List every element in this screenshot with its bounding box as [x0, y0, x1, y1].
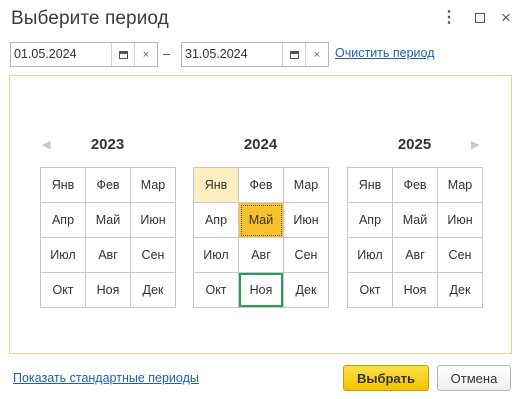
- month-cell[interactable]: Апр: [41, 203, 86, 238]
- month-cell[interactable]: Мар: [131, 168, 176, 203]
- month-cell[interactable]: Июн: [131, 203, 176, 238]
- end-date-calendar-button[interactable]: [283, 43, 305, 66]
- month-cell[interactable]: Фев: [239, 168, 284, 203]
- month-grid: Янв Фев Мар Апр Май Июн Июл Авг Сен Окт Ноя Дек: [347, 167, 483, 308]
- month-cell[interactable]: Ноя: [393, 273, 438, 308]
- year-label: 2023: [90, 136, 125, 153]
- month-picker-panel: ◀ ▶ 2023 Янв Фев Мар Апр Май Июн Июл Авг Сен Окт Но…: [9, 75, 512, 354]
- month-cell[interactable]: Май: [239, 203, 284, 238]
- year-label: 2024: [243, 136, 278, 153]
- start-date-input[interactable]: 01.05.2024: [11, 43, 112, 66]
- month-cell[interactable]: Июл: [348, 238, 393, 273]
- dialog-title: Выберите период: [11, 8, 169, 29]
- month-cell[interactable]: Фев: [86, 168, 131, 203]
- month-cell[interactable]: Дек: [284, 273, 329, 308]
- year-block: 2023 Янв Фев Мар Апр Май Июн Июл Авг Сен Окт Ноя Дек: [40, 135, 176, 308]
- month-cell[interactable]: Янв: [194, 168, 239, 203]
- month-cell[interactable]: Июл: [194, 238, 239, 273]
- end-date-clear-button[interactable]: ×: [305, 43, 328, 66]
- month-cell[interactable]: Июн: [284, 203, 329, 238]
- month-cell[interactable]: Апр: [348, 203, 393, 238]
- year-label: 2025: [397, 136, 432, 153]
- month-cell[interactable]: Ноя: [86, 273, 131, 308]
- cancel-button[interactable]: Отмена: [437, 365, 511, 391]
- month-cell[interactable]: Янв: [348, 168, 393, 203]
- month-cell[interactable]: Дек: [438, 273, 483, 308]
- more-options-icon[interactable]: ⋮: [439, 8, 459, 28]
- month-cell[interactable]: Окт: [41, 273, 86, 308]
- start-date-clear-button[interactable]: ×: [134, 43, 157, 66]
- month-cell[interactable]: Дек: [131, 273, 176, 308]
- year-block: 2025 Янв Фев Мар Апр Май Июн Июл Авг Сен Окт Ноя Дек: [347, 135, 483, 308]
- month-cell[interactable]: Мар: [284, 168, 329, 203]
- month-grid: Янв Фев Мар Апр Май Июн Июл Авг Сен Окт Ноя Дек: [40, 167, 176, 308]
- month-cell[interactable]: Мар: [438, 168, 483, 203]
- month-cell[interactable]: Окт: [194, 273, 239, 308]
- year-block: 2024 Янв Фев Мар Апр Май Июн Июл Авг Сен Окт Ноя Дек: [193, 135, 329, 308]
- calendar-icon: [118, 50, 128, 59]
- month-cell[interactable]: Май: [86, 203, 131, 238]
- month-cell[interactable]: Апр: [194, 203, 239, 238]
- month-cell[interactable]: Авг: [393, 238, 438, 273]
- maximize-icon[interactable]: [470, 8, 490, 28]
- calendar-icon: [289, 50, 299, 59]
- month-cell[interactable]: Июл: [41, 238, 86, 273]
- month-cell[interactable]: Авг: [86, 238, 131, 273]
- month-cell[interactable]: Сен: [438, 238, 483, 273]
- month-cell[interactable]: Окт: [348, 273, 393, 308]
- show-standard-periods-link[interactable]: Показать стандартные периоды: [13, 371, 199, 385]
- month-cell[interactable]: Ноя: [239, 273, 284, 308]
- start-date-field[interactable]: 01.05.2024 ×: [10, 42, 158, 67]
- month-cell[interactable]: Фев: [393, 168, 438, 203]
- end-date-input[interactable]: 31.05.2024: [182, 43, 283, 66]
- start-date-calendar-button[interactable]: [112, 43, 134, 66]
- month-cell[interactable]: Сен: [131, 238, 176, 273]
- month-grid: Янв Фев Мар Апр Май Июн Июл Авг Сен Окт Ноя Дек: [193, 167, 329, 308]
- month-cell[interactable]: Янв: [41, 168, 86, 203]
- select-button[interactable]: Выбрать: [343, 365, 429, 391]
- period-separator: –: [163, 46, 171, 61]
- month-cell[interactable]: Май: [393, 203, 438, 238]
- month-cell[interactable]: Июн: [438, 203, 483, 238]
- end-date-field[interactable]: 31.05.2024 ×: [181, 42, 329, 67]
- month-cell[interactable]: Сен: [284, 238, 329, 273]
- clear-period-link[interactable]: Очистить период: [335, 46, 435, 60]
- close-icon[interactable]: ×: [496, 8, 516, 28]
- month-cell[interactable]: Авг: [239, 238, 284, 273]
